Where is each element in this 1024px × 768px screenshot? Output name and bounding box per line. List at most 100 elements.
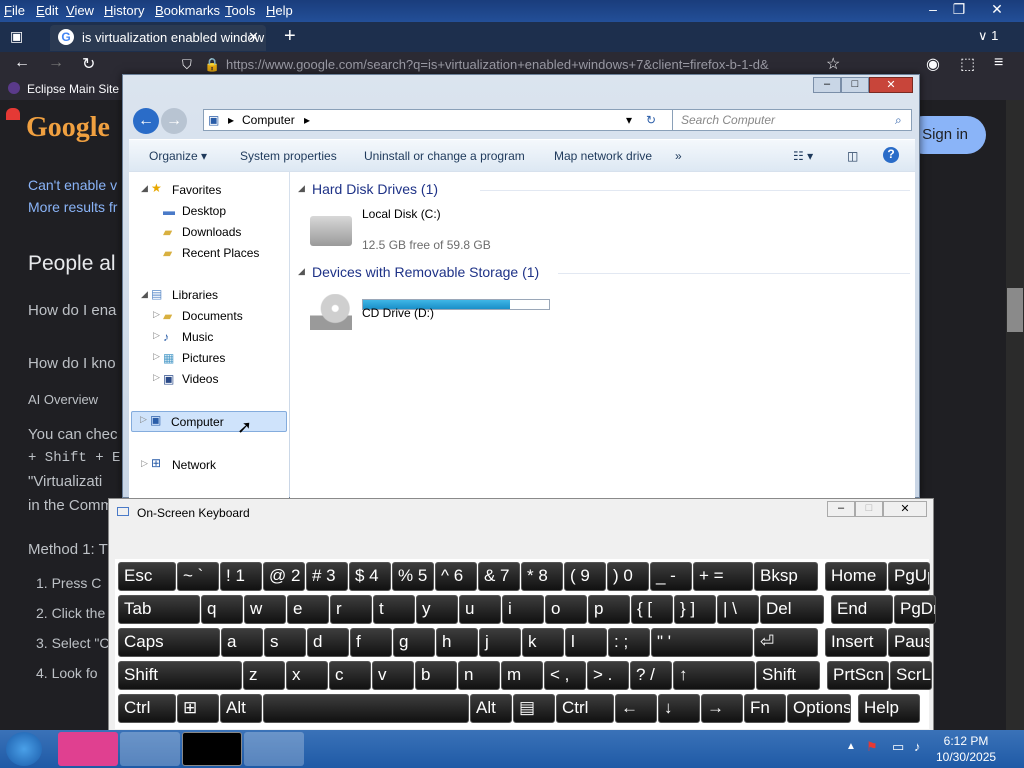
breadcrumb[interactable]: Computer bbox=[242, 110, 295, 130]
nav-music[interactable]: Music bbox=[182, 330, 213, 344]
key[interactable]: v bbox=[372, 661, 414, 690]
expand-arrow-icon[interactable]: ◢ bbox=[141, 289, 148, 300]
key[interactable]: Home bbox=[825, 562, 887, 591]
key[interactable]: z bbox=[243, 661, 285, 690]
key[interactable]: PgUp bbox=[888, 562, 930, 591]
key[interactable]: Tab bbox=[118, 595, 200, 624]
key[interactable]: ~ ` bbox=[177, 562, 219, 591]
new-tab-button[interactable]: + bbox=[284, 25, 296, 48]
nav-favorites[interactable]: Favorites bbox=[172, 183, 221, 197]
key[interactable]: o bbox=[545, 595, 587, 624]
key[interactable]: p bbox=[588, 595, 630, 624]
menu-icon[interactable]: ≡ bbox=[994, 54, 1003, 72]
key[interactable]: h bbox=[436, 628, 478, 657]
map-network-drive-button[interactable]: Map network drive bbox=[554, 149, 652, 163]
scrollbar-thumb[interactable] bbox=[1007, 288, 1023, 332]
key[interactable]: Shift bbox=[118, 661, 242, 690]
explorer-maximize-button[interactable]: □ bbox=[841, 77, 869, 93]
key[interactable]: u bbox=[459, 595, 501, 624]
key[interactable]: Ctrl bbox=[556, 694, 614, 723]
key[interactable]: | \ bbox=[717, 595, 759, 624]
show-hidden-icons-icon[interactable]: ▲ bbox=[846, 741, 856, 752]
collapse-arrow-icon[interactable]: ▷ bbox=[141, 458, 148, 469]
bookmark-eclipse[interactable]: Eclipse Main Site bbox=[27, 82, 119, 96]
key[interactable]: s bbox=[264, 628, 306, 657]
key[interactable]: ⏎ bbox=[754, 628, 818, 657]
key[interactable]: Del bbox=[760, 595, 824, 624]
nav-recent-places[interactable]: Recent Places bbox=[182, 246, 259, 260]
explorer-close-button[interactable]: ✕ bbox=[869, 77, 913, 93]
key[interactable] bbox=[263, 694, 469, 723]
key[interactable]: # 3 bbox=[306, 562, 348, 591]
extensions-icon[interactable]: ⬚ bbox=[960, 54, 975, 74]
menu-item[interactable]: Edit bbox=[36, 3, 58, 18]
key[interactable]: Fn bbox=[744, 694, 786, 723]
more-commands-button[interactable]: » bbox=[675, 149, 682, 163]
explorer-minimize-button[interactable]: – bbox=[813, 77, 841, 93]
menu-item[interactable]: Help bbox=[266, 3, 293, 18]
key[interactable]: w bbox=[244, 595, 286, 624]
osk-maximize-button[interactable]: □ bbox=[855, 501, 883, 517]
collapse-group-icon[interactable]: ◢ bbox=[298, 266, 305, 277]
key[interactable]: ← bbox=[615, 694, 657, 723]
key[interactable]: ^ 6 bbox=[435, 562, 477, 591]
menu-item[interactable]: View bbox=[66, 3, 94, 18]
key[interactable]: Alt bbox=[220, 694, 262, 723]
nav-videos[interactable]: Videos bbox=[182, 372, 218, 386]
result-line[interactable]: More results fr bbox=[28, 199, 117, 215]
key[interactable]: & 7 bbox=[478, 562, 520, 591]
result-line[interactable]: Can't enable v bbox=[28, 177, 117, 193]
collapse-group-icon[interactable]: ◢ bbox=[298, 183, 305, 194]
key[interactable]: + = bbox=[693, 562, 753, 591]
group-hard-disk-drives[interactable]: Hard Disk Drives (1) bbox=[312, 181, 438, 197]
forward-icon[interactable]: → bbox=[161, 108, 187, 134]
key[interactable]: e bbox=[287, 595, 329, 624]
action-center-icon[interactable]: ⚑ bbox=[866, 739, 878, 755]
key[interactable]: Caps bbox=[118, 628, 220, 657]
key[interactable]: @ 2 bbox=[263, 562, 305, 591]
tab-list-button[interactable]: ∨ 1 bbox=[978, 28, 998, 44]
key[interactable]: % 5 bbox=[392, 562, 434, 591]
key[interactable]: t bbox=[373, 595, 415, 624]
address-dropdown-icon[interactable]: ▾ bbox=[626, 110, 632, 130]
nav-computer-selected[interactable]: ▷ ▣ Computer bbox=[131, 411, 287, 432]
menu-item[interactable]: Tools bbox=[225, 3, 255, 18]
preview-pane-icon[interactable]: ◫ bbox=[847, 149, 858, 163]
key[interactable]: r bbox=[330, 595, 372, 624]
taskbar-app[interactable] bbox=[58, 732, 118, 766]
osk-close-button[interactable]: ✕ bbox=[883, 501, 927, 517]
key[interactable]: → bbox=[701, 694, 743, 723]
key[interactable]: Bksp bbox=[754, 562, 818, 591]
key[interactable]: PrtScn bbox=[827, 661, 889, 690]
nav-libraries[interactable]: Libraries bbox=[172, 288, 218, 302]
key[interactable]: Help bbox=[858, 694, 920, 723]
key[interactable]: ( 9 bbox=[564, 562, 606, 591]
collapse-arrow-icon[interactable]: ▷ bbox=[153, 372, 160, 383]
question-item[interactable]: How do I kno bbox=[28, 355, 116, 372]
key[interactable]: k bbox=[522, 628, 564, 657]
close-button[interactable]: ✕ bbox=[982, 0, 1012, 20]
key[interactable]: < , bbox=[544, 661, 586, 690]
nav-network[interactable]: Network bbox=[172, 458, 216, 472]
key[interactable]: : ; bbox=[608, 628, 650, 657]
view-options-icon[interactable]: ☷ ▾ bbox=[793, 149, 813, 163]
drive-d-name[interactable]: CD Drive (D:) bbox=[362, 306, 434, 320]
osk-minimize-button[interactable]: – bbox=[827, 501, 855, 517]
key[interactable]: ScrLk bbox=[890, 661, 932, 690]
key[interactable]: { [ bbox=[631, 595, 673, 624]
nav-pictures[interactable]: Pictures bbox=[182, 351, 225, 365]
taskbar-cmd[interactable] bbox=[182, 732, 242, 766]
key[interactable]: } ] bbox=[674, 595, 716, 624]
page-scrollbar[interactable] bbox=[1006, 100, 1024, 730]
key[interactable]: l bbox=[565, 628, 607, 657]
key[interactable]: d bbox=[307, 628, 349, 657]
key[interactable]: Pause bbox=[888, 628, 930, 657]
menu-item[interactable]: File bbox=[4, 3, 25, 18]
key[interactable]: " ' bbox=[651, 628, 753, 657]
taskbar-explorer[interactable] bbox=[120, 732, 180, 766]
google-logo[interactable]: Google bbox=[26, 112, 110, 144]
key[interactable]: ! 1 bbox=[220, 562, 262, 591]
key[interactable]: b bbox=[415, 661, 457, 690]
bookmark-star-icon[interactable]: ☆ bbox=[826, 54, 840, 74]
key[interactable]: Esc bbox=[118, 562, 176, 591]
